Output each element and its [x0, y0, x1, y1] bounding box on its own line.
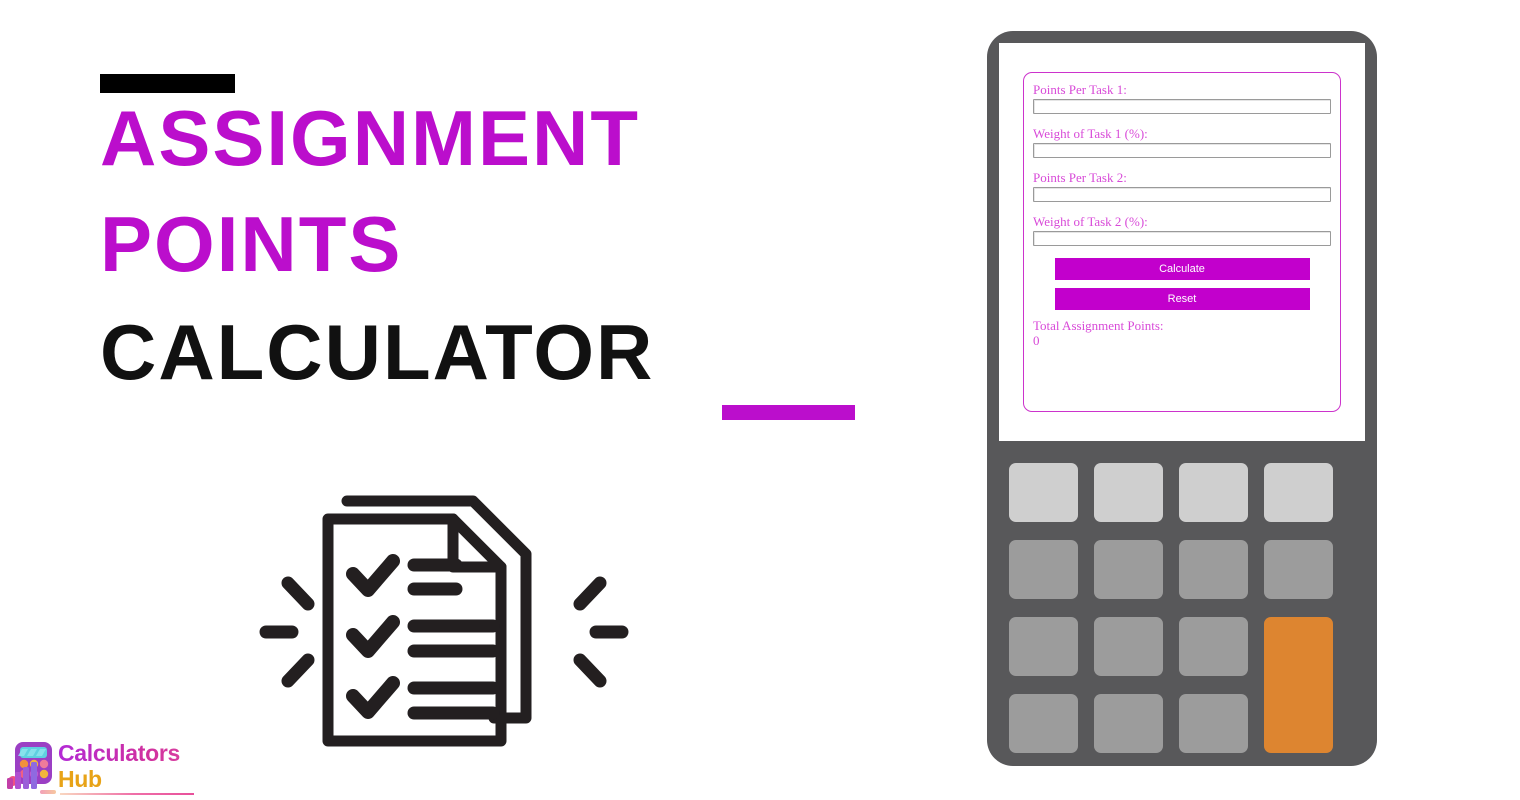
logo-dots-decoration [40, 790, 56, 794]
points-per-task-1-input[interactable] [1033, 99, 1331, 114]
calculatorshub-logo[interactable]: Calculators Hub [4, 740, 220, 796]
points-per-task-1-label: Points Per Task 1: [1033, 82, 1127, 97]
keypad-key[interactable] [1179, 463, 1248, 522]
keypad-key[interactable] [1179, 617, 1248, 676]
hero-panel: ASSIGNMENT POINTS CALCULATOR Calculators… [0, 0, 960, 800]
logo-word-hub: Hub [58, 766, 102, 792]
points-per-task-2-label: Points Per Task 2: [1033, 170, 1127, 185]
result-block: Total Assignment Points: 0 [1033, 318, 1331, 348]
weight-of-task-1-input[interactable] [1033, 143, 1331, 158]
keypad-key[interactable] [1009, 617, 1078, 676]
logo-wordmark: Calculators Hub [58, 742, 220, 791]
keypad-key[interactable] [1009, 463, 1078, 522]
page-title: ASSIGNMENT POINTS CALCULATOR [100, 96, 920, 394]
accent-bar-bottom [722, 405, 855, 420]
calculator-device: Points Per Task 1: Weight of Task 1 (%):… [987, 31, 1377, 766]
calculator-barchart-logo-icon [4, 740, 60, 792]
keypad-key[interactable] [1179, 694, 1248, 753]
keypad-key[interactable] [1009, 694, 1078, 753]
accent-bar-top [100, 74, 235, 93]
logo-word-calculators: Calculators [58, 742, 220, 765]
keypad-key[interactable] [1094, 540, 1163, 599]
keypad-key[interactable] [1264, 540, 1333, 599]
keypad-key[interactable] [1009, 540, 1078, 599]
logo-underline-rule [60, 793, 194, 795]
keypad-key[interactable] [1094, 617, 1163, 676]
weight-of-task-1-label: Weight of Task 1 (%): [1033, 126, 1148, 141]
checklist-documents-illustration [258, 468, 630, 763]
assignment-points-form: Points Per Task 1: Weight of Task 1 (%):… [1023, 72, 1341, 412]
weight-of-task-2-input[interactable] [1033, 231, 1331, 246]
total-assignment-points-value: 0 [1033, 333, 1040, 348]
reset-button[interactable]: Reset [1054, 288, 1310, 310]
calculator-keypad [1009, 463, 1355, 757]
page-title-line-1: ASSIGNMENT [100, 94, 641, 182]
calculate-button[interactable]: Calculate [1054, 258, 1310, 280]
keypad-accent-key[interactable] [1264, 617, 1333, 753]
points-per-task-2-input[interactable] [1033, 187, 1331, 202]
keypad-key[interactable] [1094, 694, 1163, 753]
calculator-screen: Points Per Task 1: Weight of Task 1 (%):… [999, 43, 1365, 441]
keypad-key[interactable] [1264, 463, 1333, 522]
weight-of-task-2-label: Weight of Task 2 (%): [1033, 214, 1148, 229]
page-title-line-2: POINTS [100, 200, 403, 288]
page-title-line-3: CALCULATOR [100, 308, 655, 396]
keypad-key[interactable] [1179, 540, 1248, 599]
keypad-key[interactable] [1094, 463, 1163, 522]
total-assignment-points-label: Total Assignment Points: [1033, 318, 1164, 333]
